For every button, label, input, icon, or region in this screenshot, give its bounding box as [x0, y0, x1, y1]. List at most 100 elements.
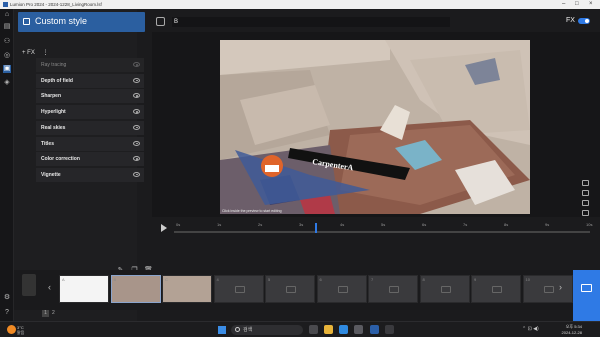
- filmstrip: ‹ A B C 4 5 6 7 8 9 10 ›: [14, 270, 600, 322]
- movie-icon[interactable]: ▣: [3, 65, 11, 73]
- timeline-ruler: 0s 1s 2s 3s 4s 5s 6s 7s 8s 9s 10s: [152, 219, 600, 237]
- clip-thumbnail[interactable]: B: [110, 275, 161, 303]
- clip-number: 8: [422, 277, 425, 282]
- clip-number: 6: [319, 277, 322, 282]
- timeline-playhead[interactable]: [315, 223, 317, 233]
- home-icon[interactable]: ⌂: [3, 11, 11, 19]
- task-view-icon[interactable]: [309, 325, 318, 334]
- effect-label: Depth of field: [41, 77, 73, 84]
- store-icon[interactable]: [354, 325, 363, 334]
- preview-hint: Click inside the preview to start editin…: [222, 209, 282, 213]
- view-mode-icon-2[interactable]: [582, 190, 589, 196]
- clip-thumbnail[interactable]: C: [162, 275, 212, 303]
- effect-label: Vignette: [41, 171, 61, 178]
- timeline-tick-label: 9s: [545, 222, 550, 227]
- timeline-tick-label: 7s: [463, 222, 468, 227]
- scroll-left-icon[interactable]: ‹: [48, 282, 51, 292]
- visibility-eye-icon[interactable]: [133, 124, 140, 130]
- visibility-eye-icon[interactable]: [133, 77, 140, 83]
- visibility-eye-icon[interactable]: [133, 62, 140, 67]
- clip-thumbnail[interactable]: 4: [213, 275, 264, 303]
- start-icon[interactable]: [218, 326, 226, 334]
- empty-clip-icon: [543, 286, 554, 293]
- build-icon[interactable]: ▤: [3, 23, 11, 31]
- filmstrip-pager: 12: [42, 310, 55, 317]
- file-explorer-icon[interactable]: [324, 325, 333, 334]
- help-icon[interactable]: ?: [3, 309, 11, 317]
- clip-number: C: [165, 277, 168, 282]
- camera-icon[interactable]: ◎: [3, 52, 11, 60]
- visibility-eye-icon[interactable]: [133, 156, 140, 162]
- empty-clip-icon: [286, 286, 296, 293]
- timeline-track[interactable]: [174, 231, 590, 233]
- effect-row[interactable]: Color correction: [36, 152, 144, 167]
- clip-thumbnail[interactable]: 9: [471, 275, 521, 303]
- page-2-button[interactable]: 2: [52, 310, 55, 316]
- windows-taskbar: 3°C 맑음 검색 ⌃ ⊡ ◀) 오후 5:34 2024-12-28: [0, 321, 600, 337]
- render-preview[interactable]: CarpenterA Click inside the preview to s…: [220, 40, 530, 214]
- style-header-button[interactable]: Custom style: [18, 12, 145, 32]
- effect-row[interactable]: Sharpen: [36, 89, 144, 104]
- search-icon: [235, 327, 240, 332]
- clip-thumbnail[interactable]: 8: [419, 275, 470, 303]
- clip-tools: ✎❐🗑: [116, 259, 161, 274]
- clip-thumbnail[interactable]: 5: [265, 275, 315, 303]
- effect-label: Color correction: [41, 156, 80, 163]
- system-tray[interactable]: ⌃ ⊡ ◀): [522, 326, 539, 332]
- clip-number: 10: [525, 277, 530, 282]
- clock[interactable]: 오후 5:34 2024-12-28: [562, 324, 582, 335]
- add-fx-button[interactable]: + FX: [22, 50, 35, 56]
- more-options-icon[interactable]: ⋮: [43, 50, 49, 56]
- preview-topbar: B FX: [152, 12, 600, 32]
- fx-toggle[interactable]: [578, 18, 590, 24]
- timeline-tick-label: 3s: [299, 222, 304, 227]
- visibility-eye-icon[interactable]: [133, 93, 140, 99]
- visibility-eye-icon[interactable]: [133, 109, 140, 115]
- clip-number: B: [113, 277, 117, 282]
- play-icon[interactable]: [161, 224, 167, 232]
- render-icon: [581, 284, 592, 292]
- maximize-button[interactable]: □: [575, 0, 579, 9]
- clip-thumbnail[interactable]: 7: [368, 275, 418, 303]
- edge-icon[interactable]: [339, 325, 348, 334]
- living-room-scene: CarpenterA: [220, 40, 530, 214]
- clip-number: 9: [474, 277, 477, 282]
- effect-row[interactable]: Vignette: [36, 167, 144, 182]
- clip-thumbnail[interactable]: A: [59, 275, 109, 303]
- weather-desc: 맑음: [17, 330, 25, 335]
- effect-row[interactable]: Titles: [36, 136, 144, 151]
- clip-name-field[interactable]: B: [172, 17, 450, 27]
- empty-clip-icon: [440, 286, 451, 293]
- view-mode-icon-1[interactable]: [582, 180, 589, 186]
- effect-row[interactable]: Real skies: [36, 120, 144, 135]
- effect-row[interactable]: Hyperlight: [36, 105, 144, 120]
- empty-clip-icon: [234, 286, 245, 293]
- clock-date: 2024-12-28: [561, 329, 582, 335]
- taskbar-search[interactable]: 검색: [231, 325, 303, 335]
- left-tool-rail: ⌂ ▤ ⚇ ◎ ▣ ◈ ⚙ ?: [0, 9, 14, 321]
- visibility-eye-icon[interactable]: [133, 171, 140, 177]
- render-movie-button[interactable]: [573, 270, 600, 322]
- timeline-tick-label: 5s: [381, 222, 386, 227]
- filmstrip-handle[interactable]: [22, 274, 36, 296]
- clip-thumbnail[interactable]: 6: [316, 275, 367, 303]
- view-mode-icon-3[interactable]: [582, 200, 589, 206]
- people-icon[interactable]: ⚇: [3, 38, 11, 46]
- effect-row[interactable]: Depth of field: [36, 73, 144, 88]
- weather-icon[interactable]: [7, 325, 16, 334]
- scroll-right-icon[interactable]: ›: [559, 282, 562, 292]
- effect-row[interactable]: Ray tracing: [36, 58, 144, 72]
- panorama-icon[interactable]: ◈: [3, 79, 11, 87]
- app-taskbar-icon[interactable]: [385, 325, 394, 334]
- fx-stack-icon[interactable]: [156, 17, 165, 26]
- style-title: Custom style: [35, 16, 88, 26]
- settings-icon[interactable]: ⚙: [3, 294, 11, 302]
- lumion-taskbar-icon[interactable]: [370, 325, 379, 334]
- visibility-eye-icon[interactable]: [133, 140, 140, 146]
- effect-label: Sharpen: [41, 93, 62, 100]
- minimize-button[interactable]: –: [562, 0, 565, 9]
- view-mode-icon-4[interactable]: [582, 210, 589, 216]
- close-button[interactable]: ×: [589, 0, 593, 9]
- clip-thumbnail[interactable]: 10: [522, 275, 573, 303]
- page-1-button[interactable]: 1: [42, 310, 49, 317]
